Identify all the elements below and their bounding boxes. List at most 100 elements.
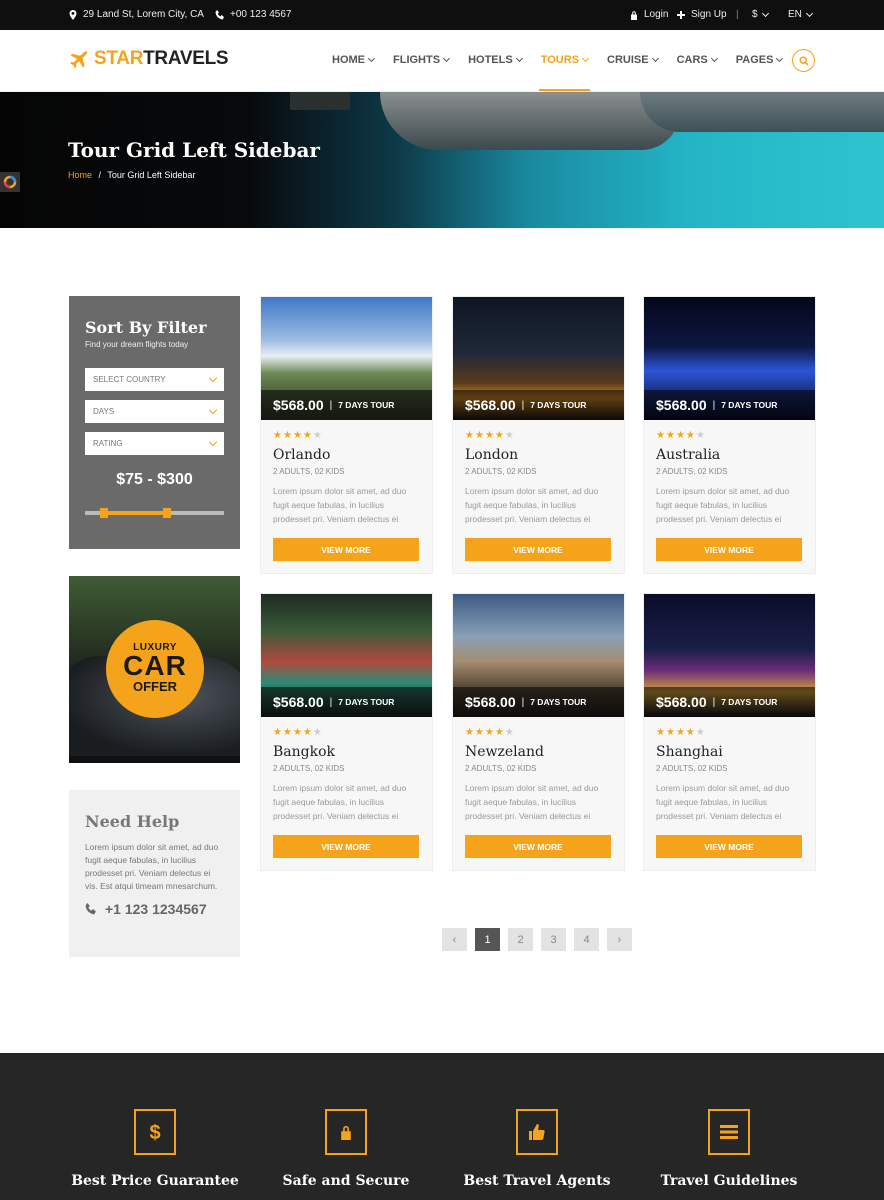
main-nav: HOME FLIGHTS HOTELS TOURS CRUISE CARS PA…	[332, 54, 801, 92]
price-bar: $568.00 | 7 DAYS TOUR	[453, 390, 624, 420]
star-icon: ★	[665, 727, 676, 738]
view-more-button[interactable]: VIEW MORE	[465, 538, 611, 561]
nav-label: TOURS	[540, 54, 579, 66]
chevron-down-icon	[515, 54, 523, 63]
nav-home[interactable]: HOME	[332, 54, 376, 92]
signup-link[interactable]: Sign Up	[676, 9, 727, 20]
tour-card-london: $568.00 | 7 DAYS TOUR ★★★★★ London 2 ADULTS, …	[452, 296, 625, 574]
star-icon: ★	[695, 430, 706, 441]
nav-pages[interactable]: PAGES	[735, 54, 784, 92]
nav-flights[interactable]: FLIGHTS	[393, 54, 451, 92]
breadcrumb-home[interactable]: Home	[68, 170, 92, 180]
currency-label: $	[752, 9, 758, 20]
tour-card-newzeland: $568.00 | 7 DAYS TOUR ★★★★★ Newzeland 2 ADULT…	[452, 593, 625, 871]
star-icon: ★	[494, 727, 505, 738]
currency-dropdown[interactable]: $	[752, 9, 769, 20]
tour-description: Lorem ipsum dolor sit amet, ad duo fugit…	[273, 486, 407, 524]
lock-icon	[325, 1109, 367, 1155]
chevron-down-icon	[208, 437, 218, 447]
tour-city[interactable]: London	[465, 447, 518, 463]
filter-panel: Sort By Filter Find your dream flights t…	[69, 296, 240, 549]
select-label: SELECT COUNTRY	[93, 375, 166, 384]
star-icon: ★	[695, 727, 706, 738]
country-select[interactable]: SELECT COUNTRY	[85, 368, 224, 391]
rock-decoration	[290, 92, 350, 110]
divider: |	[329, 399, 333, 411]
page-4[interactable]: 4	[574, 928, 599, 951]
tour-city[interactable]: Bangkok	[273, 744, 335, 760]
logo-text-star: STAR	[94, 48, 144, 69]
star-icon: ★	[273, 727, 283, 738]
tour-description: Lorem ipsum dolor sit amet, ad duo fugit…	[465, 783, 599, 821]
page-3[interactable]: 3	[541, 928, 566, 951]
tour-duration: 7 DAYS TOUR	[338, 697, 395, 707]
color-switcher-button[interactable]	[0, 172, 20, 192]
star-icon: ★	[312, 727, 323, 738]
language-label: EN	[788, 9, 802, 20]
language-dropdown[interactable]: EN	[788, 9, 813, 20]
nav-tours[interactable]: TOURS	[538, 54, 591, 92]
divider: |	[521, 696, 525, 708]
offer-badge: LUXURY CAR OFFER	[106, 620, 204, 718]
help-phone[interactable]: +1 123 1234567	[85, 901, 224, 917]
view-more-button[interactable]: VIEW MORE	[465, 835, 611, 858]
tour-city[interactable]: Australia	[656, 447, 720, 463]
select-label: DAYS	[93, 407, 115, 416]
login-link[interactable]: Login	[629, 9, 668, 20]
tour-price: $568.00	[656, 694, 707, 710]
signup-label: Sign Up	[691, 9, 727, 20]
pagination: ‹ 1 2 3 4 ›	[442, 928, 632, 951]
tour-city[interactable]: Orlando	[273, 447, 330, 463]
features-footer: $ Best Price Guarantee Safe and Secure B…	[0, 1053, 884, 1200]
star-icon: ★	[665, 430, 676, 441]
tour-description: Lorem ipsum dolor sit amet, ad duo fugit…	[656, 783, 790, 821]
next-page-button[interactable]: ›	[607, 928, 632, 951]
rating-stars: ★★★★★	[273, 430, 323, 441]
price-slider[interactable]	[85, 508, 224, 518]
tour-card-shanghai: $568.00 | 7 DAYS TOUR ★★★★★ Shanghai 2 ADULTS…	[643, 593, 816, 871]
chevron-down-icon	[208, 373, 218, 383]
hero-banner: Tour Grid Left Sidebar Home / Tour Grid …	[0, 92, 884, 228]
chevron-down-icon	[367, 54, 376, 63]
page-1[interactable]: 1	[475, 928, 500, 951]
help-title: Need Help	[85, 812, 180, 831]
luxury-car-ad[interactable]: LUXURY CAR OFFER	[69, 576, 240, 763]
feature-best-price: $ Best Price Guarantee	[55, 1053, 255, 1189]
phone-icon	[215, 9, 224, 19]
star-icon: ★	[312, 430, 323, 441]
dollar-icon: $	[134, 1109, 176, 1155]
feature-travel-agents: Best Travel Agents	[437, 1053, 637, 1189]
slider-handle-min[interactable]	[100, 508, 108, 518]
page-2[interactable]: 2	[508, 928, 533, 951]
search-button[interactable]	[792, 49, 815, 72]
tour-price: $568.00	[273, 397, 324, 413]
tour-pax: 2 ADULTS, 02 KIDS	[273, 467, 345, 476]
view-more-button[interactable]: VIEW MORE	[273, 835, 419, 858]
tour-city[interactable]: Shanghai	[656, 744, 723, 760]
days-select[interactable]: DAYS	[85, 400, 224, 423]
price-bar: $568.00 | 7 DAYS TOUR	[644, 687, 815, 717]
nav-hotels[interactable]: HOTELS	[468, 54, 523, 92]
star-icon: ★	[292, 430, 303, 441]
feature-title: Best Travel Agents	[463, 1173, 611, 1189]
star-icon: ★	[484, 727, 495, 738]
view-more-button[interactable]: VIEW MORE	[273, 538, 419, 561]
rating-select[interactable]: RATING	[85, 432, 224, 455]
star-icon: ★	[302, 727, 313, 738]
nav-cars[interactable]: CARS	[677, 54, 718, 92]
nav-label: PAGES	[735, 54, 774, 66]
star-icon: ★	[282, 727, 293, 738]
star-icon: ★	[675, 430, 686, 441]
prev-page-button[interactable]: ‹	[442, 928, 467, 951]
tour-description: Lorem ipsum dolor sit amet, ad duo fugit…	[465, 486, 599, 524]
view-more-button[interactable]: VIEW MORE	[656, 538, 802, 561]
feature-title: Best Price Guarantee	[71, 1173, 239, 1189]
view-more-button[interactable]: VIEW MORE	[656, 835, 802, 858]
nav-cruise[interactable]: CRUISE	[607, 54, 659, 92]
price-bar: $568.00 | 7 DAYS TOUR	[261, 687, 432, 717]
chevron-down-icon	[761, 9, 769, 17]
tour-city[interactable]: Newzeland	[465, 744, 544, 760]
slider-handle-max[interactable]	[163, 508, 171, 518]
tour-card-bangkok: $568.00 | 7 DAYS TOUR ★★★★★ Bangkok 2 ADULTS,…	[260, 593, 433, 871]
logo[interactable]: STAR TRAVELS	[68, 48, 229, 70]
